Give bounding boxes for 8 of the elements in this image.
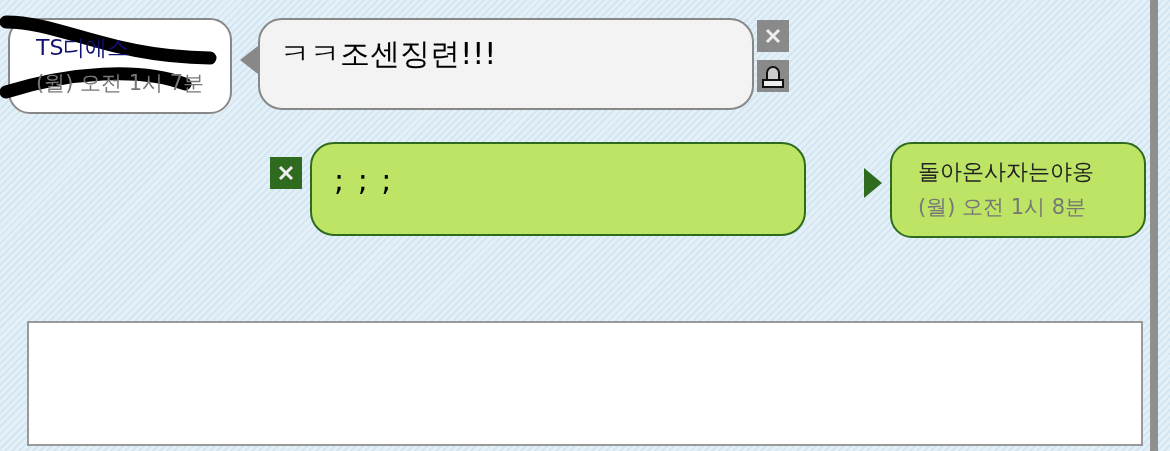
sender-name: 돌아온사자는야옹 xyxy=(918,158,1095,186)
lock-icon[interactable] xyxy=(757,60,790,92)
message-bubble: ㅋㅋ조센징련!!! xyxy=(258,18,755,110)
close-icon[interactable] xyxy=(270,157,302,189)
message-input[interactable] xyxy=(27,321,1143,446)
message-bubble: ; ; ; xyxy=(310,142,806,236)
message-time: (월) 오전 1시 8분 xyxy=(918,194,1088,221)
close-icon[interactable] xyxy=(757,20,790,52)
